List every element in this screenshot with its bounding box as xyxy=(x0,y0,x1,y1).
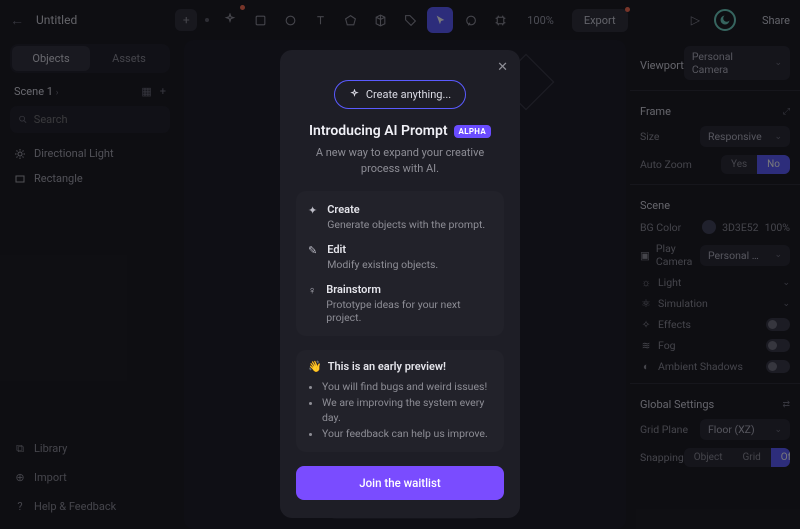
feature-title: Edit xyxy=(327,243,438,256)
alpha-badge: ALPHA xyxy=(454,125,491,138)
close-icon[interactable]: ✕ xyxy=(497,60,508,75)
ai-prompt-modal: ✕ Create anything... Introducing AI Prom… xyxy=(280,50,520,518)
modal-subtitle: A new way to expand your creative proces… xyxy=(296,145,504,177)
feature-sub: Generate objects with the prompt. xyxy=(327,218,485,231)
modal-overlay[interactable]: ✕ Create anything... Introducing AI Prom… xyxy=(0,0,800,529)
sparkle-icon: ✦ xyxy=(308,204,317,231)
lightbulb-icon: ♀ xyxy=(308,284,316,324)
feature-title: Brainstorm xyxy=(326,283,492,296)
join-waitlist-button[interactable]: Join the waitlist xyxy=(296,466,504,500)
modal-title: Introducing AI Prompt xyxy=(309,123,448,139)
sparkle-icon xyxy=(349,89,360,100)
create-anything-pill[interactable]: Create anything... xyxy=(334,80,466,109)
feature-sub: Prototype ideas for your next project. xyxy=(326,298,492,324)
preview-item: You will find bugs and weird issues! xyxy=(322,379,492,395)
pencil-icon: ✎ xyxy=(308,244,317,271)
feature-title: Create xyxy=(327,203,485,216)
preview-item: Your feedback can help us improve. xyxy=(322,426,492,442)
preview-title: This is an early preview! xyxy=(328,360,446,373)
wave-icon: 👋 xyxy=(308,360,322,373)
preview-item: We are improving the system every day. xyxy=(322,395,492,427)
feature-sub: Modify existing objects. xyxy=(327,258,438,271)
